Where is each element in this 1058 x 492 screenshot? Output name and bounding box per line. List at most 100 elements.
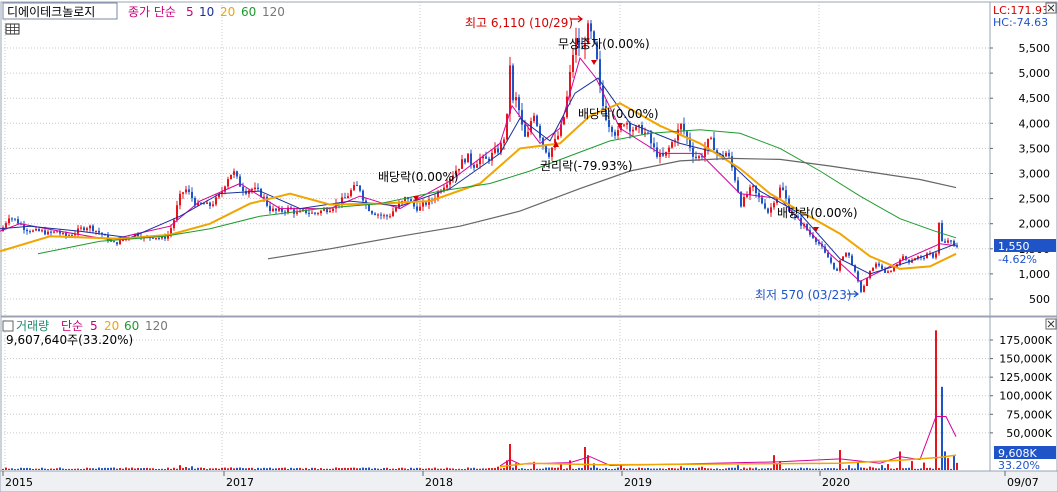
volume-bar xyxy=(659,468,661,470)
volume-bar xyxy=(512,467,514,470)
volume-bar xyxy=(77,468,79,470)
candle-body xyxy=(389,216,391,218)
volume-bar xyxy=(29,468,31,470)
volume-bar xyxy=(749,467,751,470)
candle-body xyxy=(527,131,529,137)
candle-body xyxy=(80,227,82,229)
volume-bar xyxy=(650,468,652,470)
candle-body xyxy=(83,227,85,231)
volume-bar xyxy=(449,468,451,470)
candle-body xyxy=(653,143,655,148)
volume-tick-label: 50,000K xyxy=(1006,427,1052,440)
volume-bar xyxy=(620,465,622,470)
volume-bar xyxy=(518,468,520,470)
volume-bar xyxy=(644,468,646,470)
candle-body xyxy=(164,236,166,239)
candle-body xyxy=(332,208,334,211)
candle-body xyxy=(215,197,217,205)
volume-bar xyxy=(467,467,469,470)
volume-bar xyxy=(452,468,454,470)
date-tick-label: 2017 xyxy=(226,476,254,489)
candle-body xyxy=(932,253,934,258)
volume-bar xyxy=(737,465,739,470)
volume-bar xyxy=(548,467,550,470)
candle-body xyxy=(629,123,631,132)
candle-body xyxy=(350,190,352,197)
volume-bar xyxy=(905,468,907,470)
volume-bar xyxy=(617,467,619,470)
candle-body xyxy=(26,229,28,232)
candle-body xyxy=(878,263,880,266)
volume-bar xyxy=(581,468,583,470)
candle-body xyxy=(326,209,328,213)
candle-body xyxy=(746,194,748,197)
volume-bar xyxy=(365,467,367,470)
volume-bar xyxy=(230,467,232,470)
candle-body xyxy=(116,242,118,245)
volume-bar xyxy=(71,468,73,470)
volume-bar xyxy=(446,467,448,470)
candle-body xyxy=(344,197,346,199)
candle-body xyxy=(320,210,322,214)
volume-bar xyxy=(311,467,313,470)
volume-bar xyxy=(377,468,379,470)
volume-bar xyxy=(689,468,691,470)
volume-bar xyxy=(56,468,58,470)
price-tick-label: 500 xyxy=(1029,293,1050,306)
candle-body xyxy=(683,123,685,132)
candle-body xyxy=(935,253,937,258)
volume-bar xyxy=(947,458,949,470)
candle-body xyxy=(179,193,181,206)
volume-bar xyxy=(575,468,577,470)
volume-bar xyxy=(59,467,61,470)
volume-bar xyxy=(224,467,226,470)
volume-bar xyxy=(260,468,262,470)
table-grid-icon[interactable] xyxy=(5,23,20,35)
volume-bar xyxy=(380,468,382,470)
candle-body xyxy=(353,185,355,191)
price-tick-label: 2,000 xyxy=(1019,218,1051,231)
volume-bar xyxy=(560,464,562,470)
volume-bar xyxy=(491,468,493,470)
volume-bar xyxy=(704,467,706,470)
candle-body xyxy=(386,215,388,217)
volume-bar xyxy=(845,468,847,470)
candle-body xyxy=(254,187,256,190)
volume-bar xyxy=(473,467,475,470)
candle-body xyxy=(512,65,514,101)
volume-bar xyxy=(83,468,85,470)
volume-bar xyxy=(74,468,76,470)
volume-bar xyxy=(494,468,496,470)
volume-bar xyxy=(80,469,82,471)
volume-bar xyxy=(482,468,484,470)
date-tick-label: 2015 xyxy=(5,476,33,489)
volume-bar xyxy=(923,462,925,470)
volume-bar xyxy=(266,468,268,470)
volume-bar xyxy=(221,467,223,470)
volume-bar xyxy=(11,468,13,470)
volume-bar xyxy=(413,468,415,470)
volume-bar xyxy=(668,468,670,470)
candle-body xyxy=(89,225,91,229)
volume-bar xyxy=(542,468,544,470)
candle-body xyxy=(476,164,478,168)
volume-bar xyxy=(761,468,763,470)
volume-bar xyxy=(38,468,40,470)
candle-body xyxy=(368,204,370,212)
candle-body xyxy=(641,124,643,134)
candle-body xyxy=(419,206,421,211)
volume-bar xyxy=(272,468,274,470)
volume-bar xyxy=(209,468,211,470)
candle-body xyxy=(785,190,787,199)
price-tick-label: 3,500 xyxy=(1019,142,1051,155)
candle-body xyxy=(893,267,895,272)
volume-bar xyxy=(863,467,865,470)
volume-panel-toggle-icon[interactable] xyxy=(2,320,14,332)
candle-body xyxy=(362,190,364,201)
volume-bar xyxy=(296,468,298,470)
volume-bar xyxy=(893,468,895,470)
volume-bar xyxy=(410,467,412,470)
candle-body xyxy=(188,189,190,192)
volume-bar xyxy=(68,468,70,470)
stock-name[interactable]: 디에이테크놀로지 xyxy=(7,5,95,19)
